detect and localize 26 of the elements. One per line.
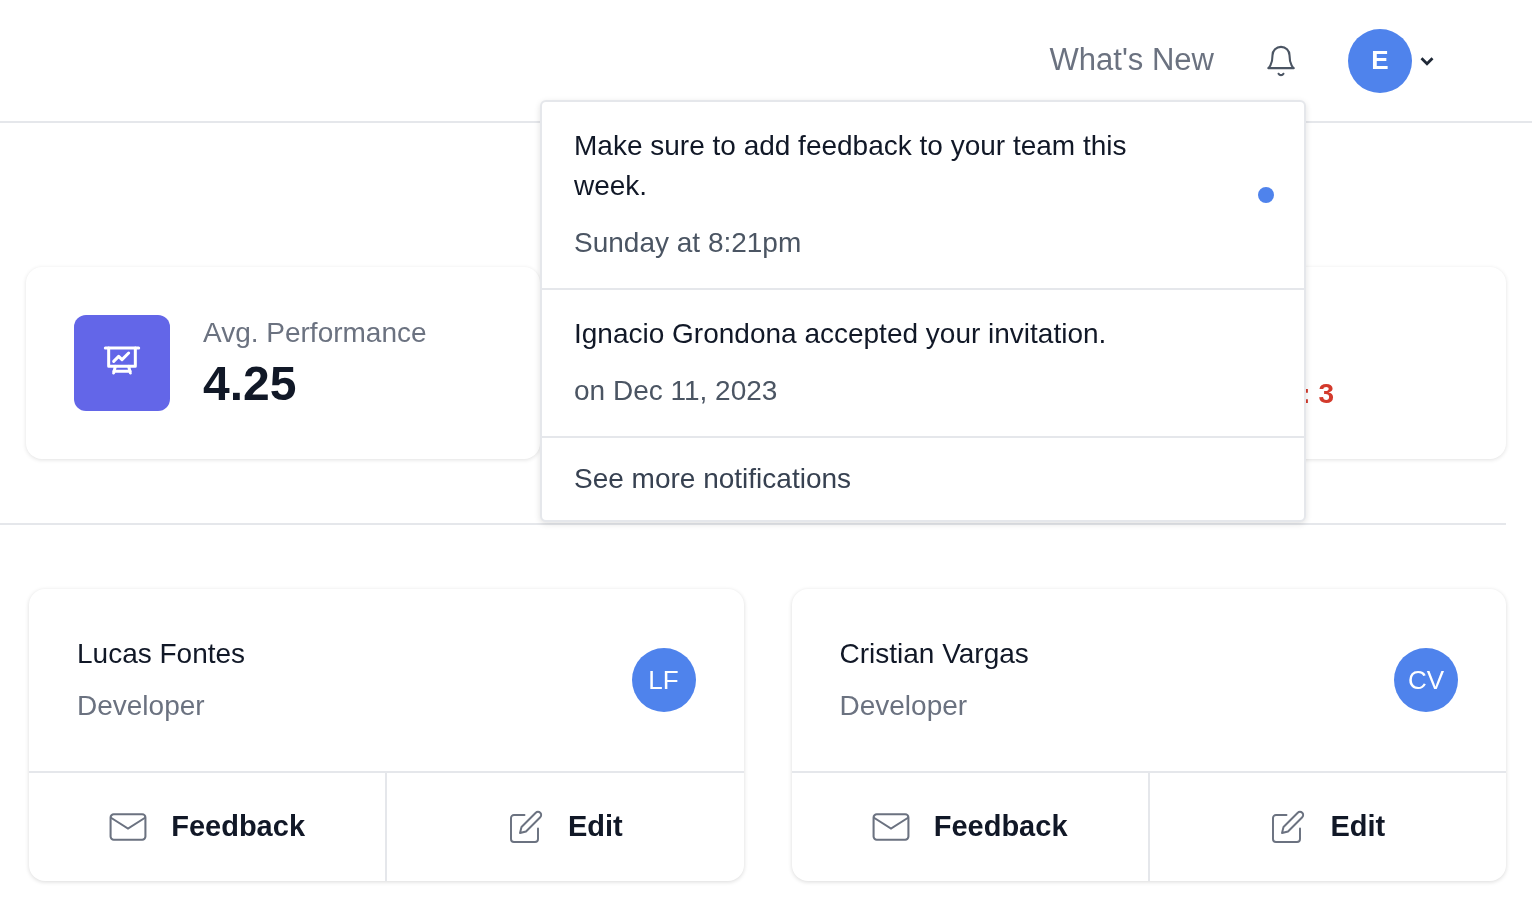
feedback-button[interactable]: Feedback — [791, 773, 1150, 881]
whats-new-link[interactable]: What's New — [1049, 37, 1214, 84]
notification-time: Sunday at 8:21pm — [574, 226, 803, 260]
member-role: Developer — [77, 689, 206, 723]
see-more-link[interactable]: See more notifications — [574, 463, 852, 494]
notification-message: Ignacio Grondona accepted your invitation. — [574, 317, 1108, 351]
notification-time: on Dec 11, 2023 — [574, 374, 779, 408]
notification-message: Make sure to add feedback to your team this week. — [574, 129, 1128, 203]
pencil-icon — [1270, 809, 1307, 845]
member-avatar: LF — [631, 648, 696, 712]
member-role: Developer — [839, 689, 969, 723]
member-name: Cristian Vargas — [839, 637, 1029, 671]
envelope-icon — [871, 812, 910, 842]
feedback-button[interactable]: Feedback — [29, 773, 388, 881]
presentation-chart-icon — [74, 315, 170, 411]
stat-label: Avg. Performance — [203, 316, 427, 350]
user-avatar[interactable]: E — [1348, 28, 1412, 93]
edit-button[interactable]: Edit — [387, 773, 744, 881]
member-name: Lucas Fontes — [77, 637, 246, 671]
pencil-icon — [508, 809, 544, 845]
member-avatar: CV — [1394, 648, 1458, 712]
notification-item[interactable]: Make sure to add feedback to your team this week. Sunday at 8:21pm — [542, 102, 1304, 290]
envelope-icon — [109, 812, 148, 842]
stat-value: 4.25 — [203, 356, 298, 412]
edit-button[interactable]: Edit — [1149, 773, 1506, 881]
notification-item[interactable]: Ignacio Grondona accepted your invitation. on Dec 11, 2023 — [542, 290, 1304, 438]
